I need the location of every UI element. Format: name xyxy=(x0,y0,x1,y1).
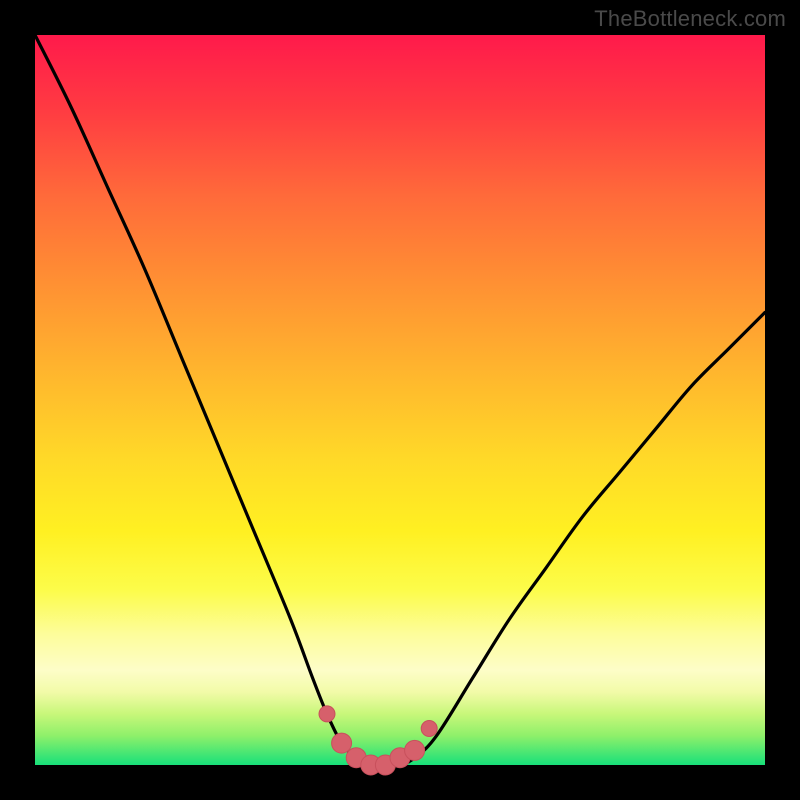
trough-marker xyxy=(405,740,425,760)
bottleneck-curve xyxy=(35,35,765,766)
trough-marker xyxy=(319,706,335,722)
trough-marker xyxy=(421,721,437,737)
trough-marker xyxy=(332,733,352,753)
chart-stage: TheBottleneck.com xyxy=(0,0,800,800)
trough-markers xyxy=(319,706,437,775)
plot-area xyxy=(35,35,765,765)
watermark-text: TheBottleneck.com xyxy=(594,6,786,32)
curve-layer xyxy=(35,35,765,765)
